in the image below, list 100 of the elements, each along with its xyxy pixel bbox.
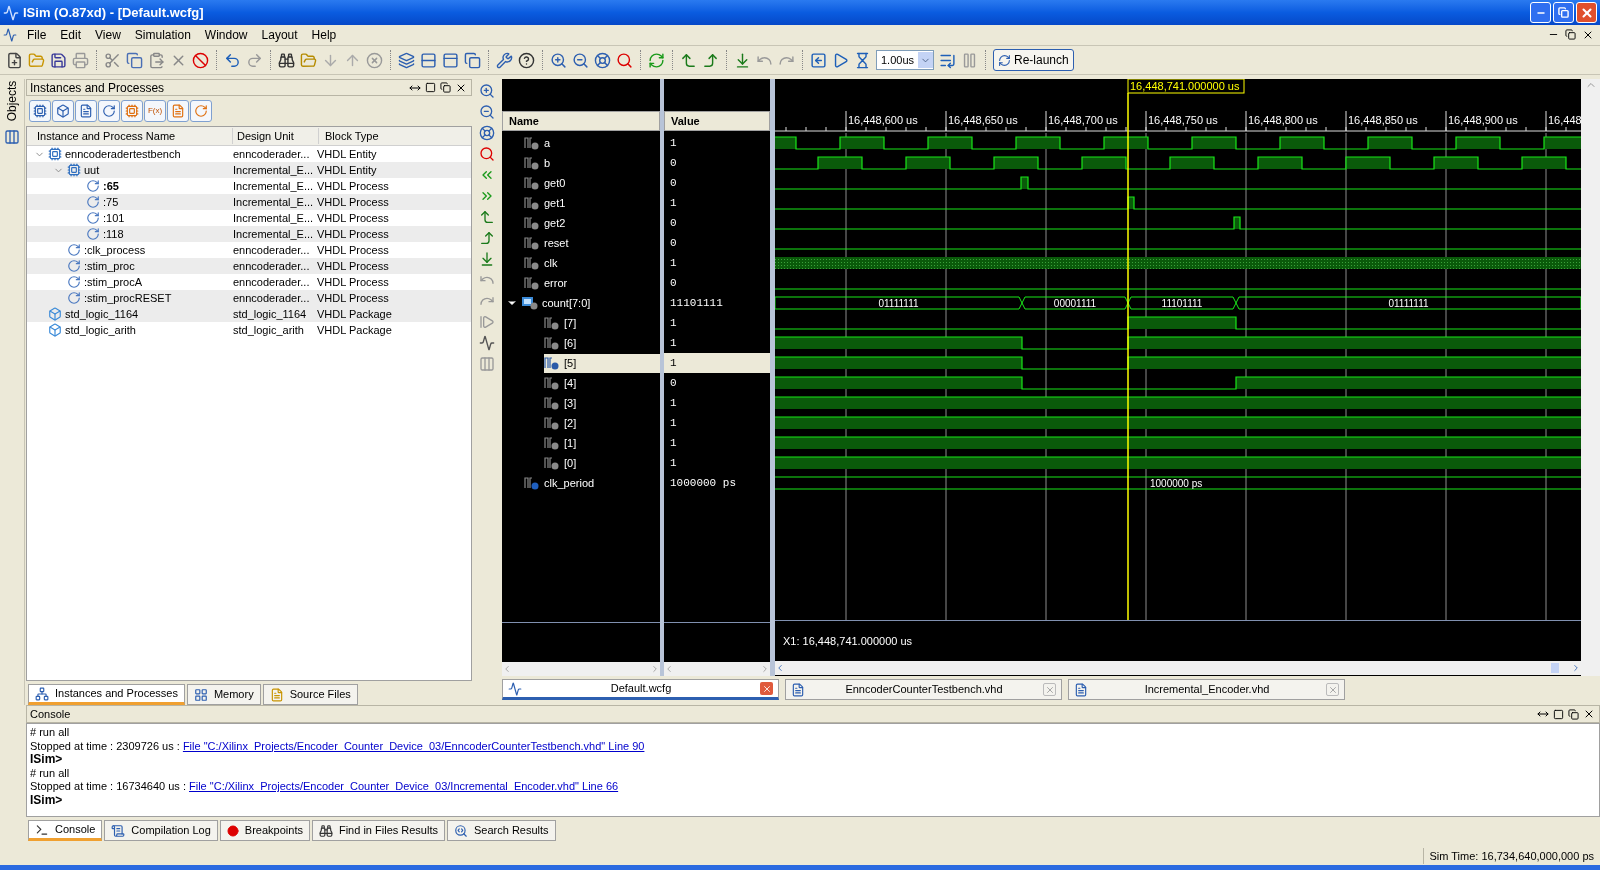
filter-button[interactable] bbox=[190, 100, 212, 122]
signal-name[interactable]: [4] bbox=[544, 373, 660, 393]
objects-tab[interactable]: Objects bbox=[2, 79, 22, 123]
instance-name[interactable]: std_logic_1164 bbox=[65, 305, 139, 323]
filter-button[interactable]: F(x) bbox=[144, 100, 166, 122]
zoom-fit-icon[interactable] bbox=[594, 51, 611, 69]
signal-name[interactable]: reset bbox=[524, 233, 660, 253]
column-header[interactable]: Block Type bbox=[319, 127, 379, 145]
copy-icon[interactable] bbox=[126, 51, 143, 69]
restore-icon[interactable] bbox=[1565, 29, 1576, 40]
previous-edge-icon[interactable] bbox=[479, 209, 495, 225]
folder-icon[interactable] bbox=[28, 51, 45, 69]
tab[interactable]: Search Results bbox=[447, 820, 556, 841]
signal-name[interactable]: get0 bbox=[524, 173, 660, 193]
signal-name[interactable]: get1 bbox=[524, 193, 660, 213]
find-in-folder-icon[interactable] bbox=[300, 51, 317, 69]
restore-button[interactable] bbox=[1553, 2, 1574, 23]
float-icon[interactable] bbox=[1568, 708, 1579, 720]
wrench-icon[interactable] bbox=[496, 51, 513, 69]
signal-name[interactable]: [5] bbox=[544, 353, 660, 373]
file-link[interactable]: File "C:/Xilinx_Projects/Encoder_Counter_Device_03/Incremental_Encoder.vhd" Line 66 bbox=[189, 780, 619, 792]
signal-name[interactable]: get2 bbox=[524, 213, 660, 233]
column-header[interactable]: Value bbox=[664, 111, 770, 131]
instance-name[interactable]: :118 bbox=[103, 225, 124, 243]
float-icon[interactable] bbox=[440, 82, 451, 93]
vertical-scrollbar[interactable] bbox=[1581, 79, 1600, 676]
add-marker-icon[interactable] bbox=[734, 51, 751, 69]
tab[interactable]: Find in Files Results bbox=[311, 820, 445, 841]
column-header[interactable]: Name bbox=[502, 111, 660, 131]
tab[interactable]: Console bbox=[28, 820, 103, 841]
tab[interactable]: Breakpoints bbox=[219, 820, 310, 841]
signal-name[interactable]: error bbox=[524, 273, 660, 293]
instance-name[interactable]: :stim_procRESET bbox=[84, 289, 172, 307]
filter-button[interactable] bbox=[75, 100, 97, 122]
clear-icon[interactable] bbox=[366, 51, 383, 69]
signal-name[interactable]: [7] bbox=[544, 313, 660, 333]
signal-name[interactable]: clk bbox=[524, 253, 660, 273]
cascade-icon[interactable] bbox=[398, 51, 415, 69]
refresh-icon[interactable] bbox=[648, 51, 665, 69]
scroll-left-icon[interactable] bbox=[775, 663, 785, 673]
objects-icon[interactable] bbox=[4, 129, 20, 145]
scroll-thumb[interactable] bbox=[1551, 663, 1559, 673]
signal-name[interactable]: clk_period bbox=[524, 473, 660, 493]
instance-name[interactable]: uut bbox=[84, 161, 100, 179]
filter-button[interactable] bbox=[167, 100, 189, 122]
column-header[interactable]: Design Unit bbox=[233, 127, 319, 145]
zoom-out-icon[interactable] bbox=[479, 104, 495, 120]
editor-tab[interactable]: EnncoderCounterTestbench.vhd bbox=[785, 679, 1062, 700]
menu-item[interactable]: Window bbox=[197, 26, 255, 44]
filter-button[interactable] bbox=[29, 100, 51, 122]
printer-icon[interactable] bbox=[72, 51, 89, 69]
previous-edge-icon[interactable] bbox=[680, 51, 697, 69]
menu-item[interactable]: View bbox=[88, 26, 128, 44]
instance-name[interactable]: :stim_proc bbox=[84, 257, 135, 275]
close-icon[interactable] bbox=[1583, 708, 1595, 720]
help-icon[interactable] bbox=[518, 51, 535, 69]
relaunch-button[interactable]: Re-launch bbox=[993, 49, 1074, 71]
save-icon[interactable] bbox=[50, 51, 67, 69]
zoom-in-icon[interactable] bbox=[479, 83, 495, 99]
zoom-in-icon[interactable] bbox=[550, 51, 567, 69]
binoculars-icon[interactable] bbox=[278, 51, 295, 69]
instance-name[interactable]: :101 bbox=[103, 209, 125, 227]
tile-vertical-icon[interactable] bbox=[442, 51, 459, 69]
paste-icon[interactable] bbox=[148, 51, 165, 69]
floating-ruler-icon[interactable] bbox=[479, 356, 495, 372]
snap-icon[interactable] bbox=[479, 335, 495, 351]
pause-icon[interactable] bbox=[961, 51, 978, 69]
zoom-cursor-icon[interactable] bbox=[479, 146, 495, 162]
cut-icon[interactable] bbox=[104, 51, 121, 69]
restart-icon[interactable] bbox=[810, 51, 827, 69]
instance-name[interactable]: std_logic_arith bbox=[65, 321, 136, 339]
menu-item[interactable]: Help bbox=[304, 26, 344, 44]
filter-button[interactable] bbox=[52, 100, 74, 122]
instance-name[interactable]: enncoderadertestbench bbox=[65, 145, 181, 163]
signal-name[interactable]: [6] bbox=[544, 333, 660, 353]
tile-horizontal-icon[interactable] bbox=[420, 51, 437, 69]
close-tab-icon[interactable] bbox=[760, 682, 773, 695]
instance-name[interactable]: :stim_procA bbox=[84, 273, 143, 291]
filter-button[interactable] bbox=[121, 100, 143, 122]
new-file-icon[interactable] bbox=[6, 51, 23, 69]
scroll-right-icon[interactable] bbox=[1571, 663, 1581, 673]
zoom-fit-icon[interactable] bbox=[479, 125, 495, 141]
signal-name[interactable]: [1] bbox=[544, 433, 660, 453]
column-header[interactable]: Instance and Process Name bbox=[27, 127, 233, 145]
swap-icon[interactable] bbox=[479, 314, 495, 330]
signal-name[interactable]: [0] bbox=[544, 453, 660, 473]
run-for-time-icon[interactable] bbox=[854, 51, 871, 69]
maximize-icon[interactable] bbox=[1553, 708, 1564, 720]
signal-name[interactable]: b bbox=[524, 153, 660, 173]
signal-name[interactable]: [2] bbox=[544, 413, 660, 433]
menu-item[interactable]: File bbox=[20, 26, 54, 44]
undo-icon[interactable] bbox=[224, 51, 241, 69]
tab[interactable]: Instances and Processes bbox=[28, 684, 185, 705]
signal-name[interactable]: count[7:0] bbox=[522, 293, 660, 313]
editor-tab[interactable]: Incremental_Encoder.vhd bbox=[1068, 679, 1345, 700]
editor-tab[interactable]: Default.wcfg bbox=[502, 679, 779, 700]
minimize-button[interactable] bbox=[1530, 2, 1551, 23]
signal-name[interactable]: a bbox=[524, 133, 660, 153]
menu-item[interactable]: Simulation bbox=[127, 26, 198, 44]
close-icon[interactable] bbox=[1582, 29, 1594, 41]
